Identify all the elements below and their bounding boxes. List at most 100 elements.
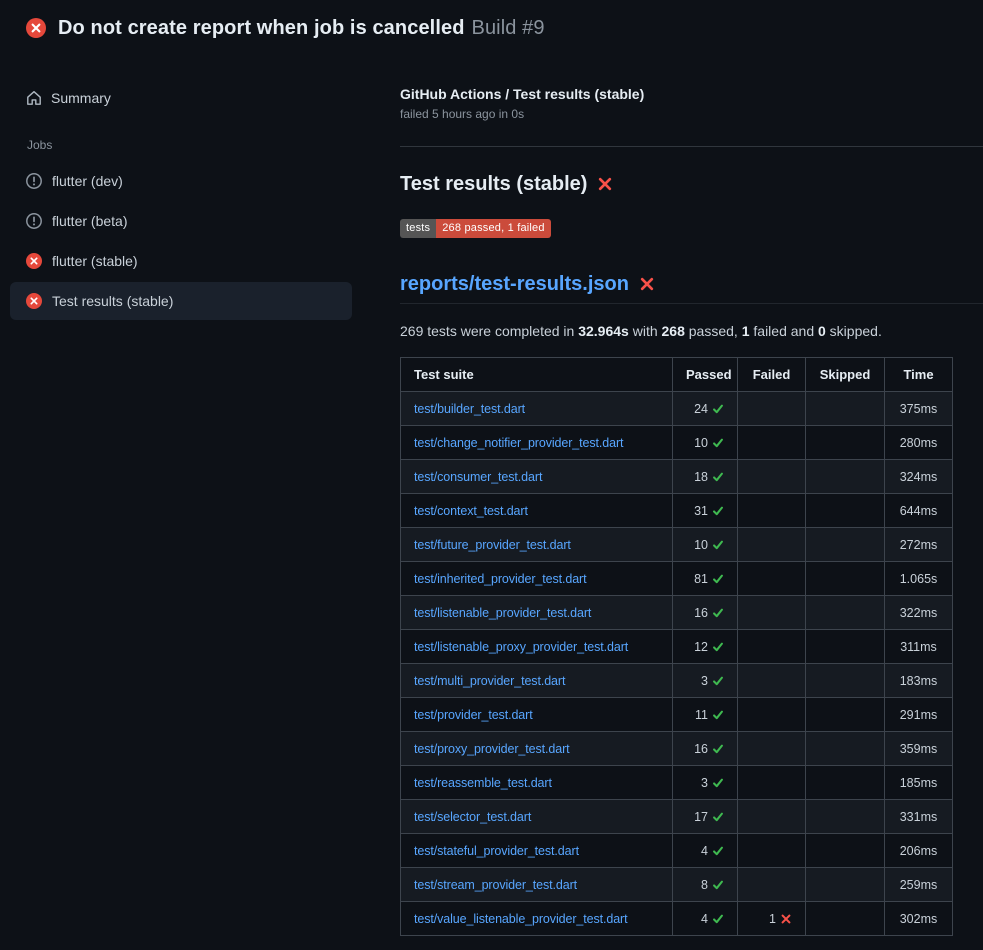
test-suite-link[interactable]: test/stream_provider_test.dart: [414, 878, 577, 892]
cancelled-status-icon: [26, 173, 42, 189]
column-header-passed: Passed: [673, 358, 738, 392]
table-row: test/consumer_test.dart 18: [401, 460, 953, 494]
build-number: Build #9: [472, 17, 545, 39]
summary-label: Summary: [51, 90, 111, 106]
check-icon: [712, 777, 724, 789]
table-row: test/stateful_provider_test.dart 4: [401, 834, 953, 868]
jobs-list: flutter (dev): [0, 162, 400, 320]
passed-count: 81: [694, 572, 708, 586]
summary-text-part: skipped.: [826, 323, 882, 339]
passed-count: 3: [701, 776, 708, 790]
table-row: test/proxy_provider_test.dart 16: [401, 732, 953, 766]
time-cell: 185ms: [885, 766, 953, 800]
test-suite-link[interactable]: test/selector_test.dart: [414, 810, 531, 824]
cancelled-status-icon: [26, 213, 42, 229]
time-cell: 206ms: [885, 834, 953, 868]
passed-count: 31: [694, 504, 708, 518]
summary-text-part: 268: [662, 323, 685, 339]
test-suite-link[interactable]: test/stateful_provider_test.dart: [414, 844, 579, 858]
sidebar-job-item[interactable]: flutter (dev): [10, 162, 352, 200]
check-icon: [712, 879, 724, 891]
time-cell: 1.065s: [885, 562, 953, 596]
run-meta: failed 5 hours ago in 0s: [400, 107, 983, 121]
test-suite-link[interactable]: test/provider_test.dart: [414, 708, 533, 722]
summary-text-part: with: [629, 323, 662, 339]
time-cell: 302ms: [885, 902, 953, 936]
report-heading: reports/test-results.json: [400, 271, 983, 304]
test-suite-link[interactable]: test/listenable_provider_test.dart: [414, 606, 591, 620]
test-suite-link[interactable]: test/reassemble_test.dart: [414, 776, 552, 790]
time-cell: 331ms: [885, 800, 953, 834]
table-row: test/reassemble_test.dart 3: [401, 766, 953, 800]
test-suite-link[interactable]: test/context_test.dart: [414, 504, 528, 518]
sidebar-job-item[interactable]: Test results (stable): [10, 282, 352, 320]
job-label: flutter (dev): [52, 173, 123, 189]
test-suite-link[interactable]: test/consumer_test.dart: [414, 470, 542, 484]
check-icon: [712, 437, 724, 449]
job-label: flutter (beta): [52, 213, 127, 229]
time-cell: 259ms: [885, 868, 953, 902]
check-icon: [712, 403, 724, 415]
column-header-failed: Failed: [738, 358, 806, 392]
passed-count: 3: [701, 674, 708, 688]
table-body: test/builder_test.dart 24: [401, 392, 953, 936]
passed-count: 11: [695, 708, 708, 722]
check-icon: [712, 505, 724, 517]
column-header-test-suite: Test suite: [401, 358, 673, 392]
report-file-link[interactable]: reports/test-results.json: [400, 271, 629, 297]
badge-label: tests: [400, 219, 436, 238]
section-divider: [400, 146, 983, 147]
table-row: test/listenable_proxy_provider_test.dart…: [401, 630, 953, 664]
test-suite-link[interactable]: test/change_notifier_provider_test.dart: [414, 436, 623, 450]
test-suite-link[interactable]: test/proxy_provider_test.dart: [414, 742, 570, 756]
table-row: test/provider_test.dart 11: [401, 698, 953, 732]
check-icon: [712, 539, 724, 551]
check-icon: [712, 641, 724, 653]
passed-count: 17: [694, 810, 708, 824]
check-icon: [712, 675, 724, 687]
table-row: test/multi_provider_test.dart 3: [401, 664, 953, 698]
test-suite-link[interactable]: test/listenable_proxy_provider_test.dart: [414, 640, 628, 654]
home-icon: [26, 90, 42, 106]
test-suite-link[interactable]: test/builder_test.dart: [414, 402, 525, 416]
table-row: test/stream_provider_test.dart 8: [401, 868, 953, 902]
badge-value: 268 passed, 1 failed: [436, 219, 550, 238]
sidebar-job-item[interactable]: flutter (beta): [10, 202, 352, 240]
check-run-header: Do not create report when job is cancell…: [0, 0, 983, 56]
job-label: flutter (stable): [52, 253, 138, 269]
summary-text-part: 32.964s: [578, 323, 629, 339]
column-header-time: Time: [885, 358, 953, 392]
main-content: GitHub Actions / Test results (stable) f…: [400, 56, 983, 936]
table-row: test/inherited_provider_test.dart 81: [401, 562, 953, 596]
passed-count: 4: [701, 844, 708, 858]
passed-count: 24: [694, 402, 708, 416]
time-cell: 375ms: [885, 392, 953, 426]
sidebar-item-summary[interactable]: Summary: [0, 84, 400, 112]
failed-status-icon: [26, 253, 42, 269]
failed-status-icon: [26, 18, 46, 38]
test-suite-link[interactable]: test/future_provider_test.dart: [414, 538, 571, 552]
job-label: Test results (stable): [52, 293, 173, 309]
passed-count: 4: [701, 912, 708, 926]
summary-text-part: failed and: [750, 323, 819, 339]
table-row: test/selector_test.dart 17: [401, 800, 953, 834]
test-suite-link[interactable]: test/inherited_provider_test.dart: [414, 572, 587, 586]
check-icon: [712, 607, 724, 619]
summary-text-part: 0: [818, 323, 826, 339]
check-icon: [712, 811, 724, 823]
test-suite-link[interactable]: test/value_listenable_provider_test.dart: [414, 912, 628, 926]
failed-x-icon: [639, 276, 655, 292]
time-cell: 280ms: [885, 426, 953, 460]
passed-count: 18: [694, 470, 708, 484]
test-suite-link[interactable]: test/multi_provider_test.dart: [414, 674, 565, 688]
check-icon: [712, 471, 724, 483]
column-header-skipped: Skipped: [806, 358, 885, 392]
check-icon: [712, 845, 724, 857]
sidebar-job-item[interactable]: flutter (stable): [10, 242, 352, 280]
page-title: Do not create report when job is cancell…: [58, 17, 545, 40]
sidebar: Summary Jobs: [0, 56, 400, 322]
table-header-row: Test suite Passed Failed Skipped Time: [401, 358, 953, 392]
time-cell: 311ms: [885, 630, 953, 664]
table-row: test/change_notifier_provider_test.dart …: [401, 426, 953, 460]
passed-count: 12: [694, 640, 708, 654]
